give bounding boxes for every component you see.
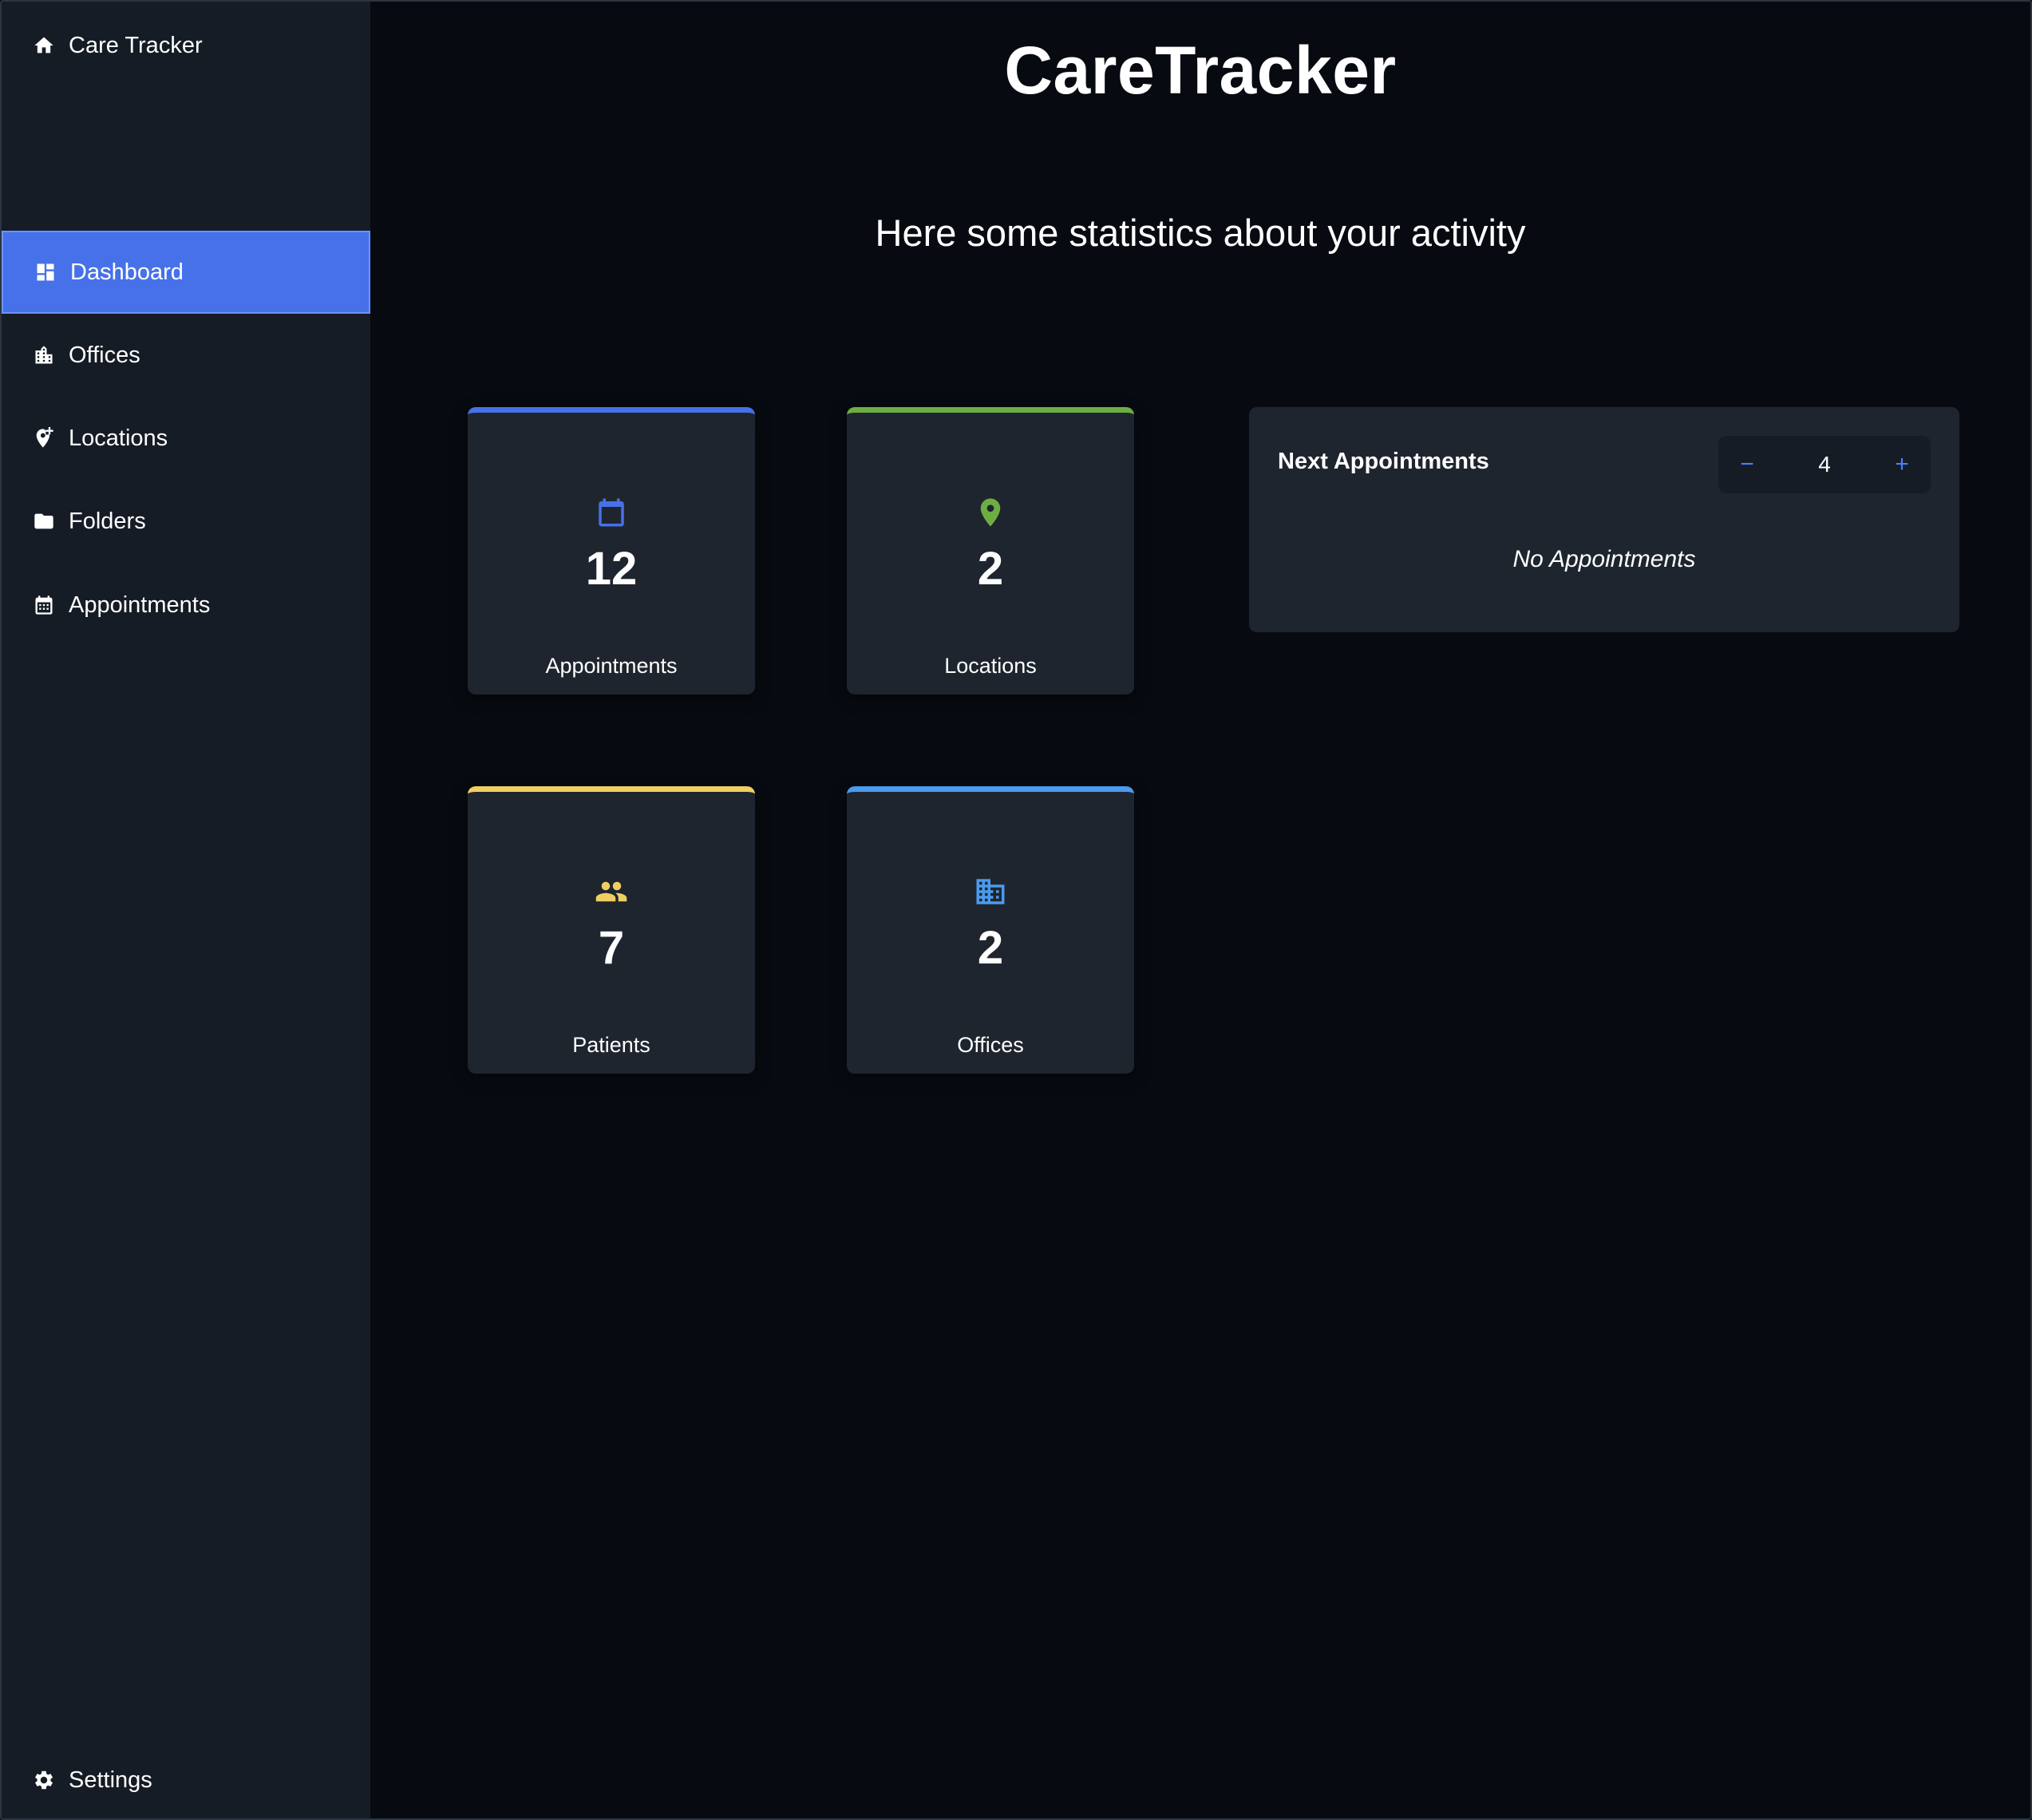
main-content: CareTracker Here some statistics about y… — [370, 2, 2030, 1818]
brand-link[interactable]: Care Tracker — [32, 29, 203, 62]
stat-label: Appointments — [545, 654, 678, 678]
sidebar-item-label: Locations — [69, 425, 168, 451]
app-window: Care Tracker Dashboard Offices Locations — [0, 0, 2032, 1820]
stat-value: 7 — [598, 922, 625, 974]
stepper-value[interactable]: 4 — [1776, 436, 1873, 493]
next-appointments-panel: Next Appointments − 4 + No Appointments — [1249, 407, 1959, 632]
stat-label: Patients — [572, 1033, 650, 1057]
calendar-icon — [32, 593, 56, 617]
sidebar: Care Tracker Dashboard Offices Locations — [2, 2, 370, 1818]
home-icon — [32, 34, 56, 57]
people-icon — [468, 875, 755, 908]
stat-value: 2 — [977, 922, 1004, 974]
appointments-count-stepper: − 4 + — [1718, 436, 1931, 493]
stat-card-appointments[interactable]: 12 Appointments — [468, 407, 755, 694]
sidebar-item-locations[interactable]: Locations — [2, 397, 370, 480]
sidebar-item-label: Folders — [69, 508, 146, 534]
sidebar-item-settings[interactable]: Settings — [2, 1739, 370, 1818]
decrement-button[interactable]: − — [1718, 436, 1776, 493]
empty-state-text: No Appointments — [1512, 546, 1696, 572]
increment-button[interactable]: + — [1873, 436, 1931, 493]
folder-icon — [32, 509, 56, 533]
building-icon — [847, 875, 1134, 908]
sidebar-item-label: Offices — [69, 342, 140, 368]
stat-label: Locations — [944, 654, 1037, 678]
page-title: CareTracker — [1004, 33, 1397, 108]
stat-value: 2 — [977, 543, 1004, 595]
offices-icon — [32, 343, 56, 367]
stat-card-patients[interactable]: 7 Patients — [468, 786, 755, 1074]
gear-icon — [32, 1768, 56, 1792]
location-pin-icon — [847, 496, 1134, 529]
stat-value: 12 — [585, 543, 638, 595]
stat-card-locations[interactable]: 2 Locations — [847, 407, 1134, 694]
dashboard-icon — [34, 260, 57, 284]
add-location-icon — [32, 426, 56, 450]
sidebar-item-appointments[interactable]: Appointments — [2, 564, 370, 647]
brand-label: Care Tracker — [69, 32, 203, 58]
sidebar-item-dashboard[interactable]: Dashboard — [2, 231, 370, 314]
calendar-icon — [468, 496, 755, 529]
sidebar-item-label: Appointments — [69, 592, 211, 618]
sidebar-item-offices[interactable]: Offices — [2, 314, 370, 397]
sidebar-item-label: Settings — [69, 1767, 152, 1793]
sidebar-item-folders[interactable]: Folders — [2, 480, 370, 563]
page-subtitle: Here some statistics about your activity — [875, 212, 1526, 254]
stat-card-offices[interactable]: 2 Offices — [847, 786, 1134, 1074]
sidebar-item-label: Dashboard — [70, 259, 184, 285]
stat-label: Offices — [957, 1033, 1024, 1057]
panel-title: Next Appointments — [1278, 449, 1489, 474]
